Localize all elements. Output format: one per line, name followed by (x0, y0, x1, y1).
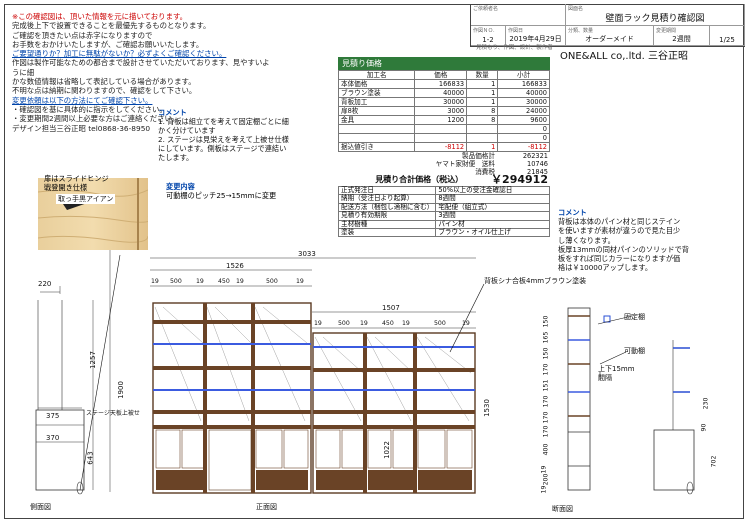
front-left-glass-door (255, 429, 283, 469)
dim-height-1530: 1530 (482, 399, 491, 417)
dimension-label: 170 (542, 425, 550, 438)
front-left-back-hatch (206, 306, 250, 422)
dimension-label: 19 (236, 278, 244, 285)
front-left-opening (208, 429, 252, 491)
front-left-back-hatch (154, 306, 202, 422)
dim-height-1257: 1257 (88, 351, 97, 369)
dimension-label: 170 (542, 395, 550, 408)
front-left-back-hatch (262, 306, 308, 344)
dim-height-1022: 1022 (382, 441, 391, 459)
dim-right-width: 1507 (382, 304, 400, 312)
front-view-title: 正面図 (256, 503, 277, 511)
front-right-back-hatch (374, 336, 414, 374)
dimension-label: 500 (434, 320, 446, 327)
front-right-fixed-shelf (313, 368, 475, 372)
front-right-back-hatch (322, 336, 364, 374)
front-right-movable-shelf (313, 346, 475, 348)
dim-side-370: 370 (46, 434, 60, 442)
dimension-label: 230 (702, 397, 710, 410)
fixed-shelf-label: 固定棚 (624, 313, 645, 321)
pitch-label-2: 間隔 (598, 374, 612, 382)
front-right-wood-door (316, 470, 364, 490)
dim-side-depth: 220 (38, 280, 52, 288)
stage-label: ステージ天板上被せ (86, 410, 140, 417)
front-right-back-hatch (416, 336, 470, 422)
front-right-glass-door (392, 429, 415, 469)
front-right-glass-door (446, 429, 473, 469)
front-left-wood-door (256, 470, 308, 490)
front-right-glass-door (315, 429, 341, 469)
dimension-label: 90 (700, 423, 708, 432)
front-left-movable-shelf (153, 343, 311, 345)
front-left-back-hatch (162, 306, 204, 344)
dimension-label: 450 (382, 320, 394, 327)
dimension-label: 151 (542, 379, 550, 392)
front-right-back-hatch (366, 336, 412, 422)
front-right-glass-door (341, 429, 365, 469)
dimension-label: 150 (542, 347, 550, 360)
dimension-label: 165 (542, 331, 550, 344)
elevation-drawing (35, 250, 695, 495)
front-right-back-hatch (424, 336, 472, 374)
front-left-movable-shelf (153, 389, 311, 391)
front-left-wood-door (156, 470, 204, 490)
front-right-stage (313, 425, 475, 429)
front-left-fixed-shelf (153, 410, 311, 414)
front-left-back-hatch (254, 306, 306, 422)
front-left-glass-door (181, 429, 205, 469)
dimension-label: 19 (462, 320, 470, 327)
dim-height-1900: 1900 (116, 381, 125, 399)
dimension-label: 500 (338, 320, 350, 327)
dimension-label: 500 (266, 278, 278, 285)
front-left-glass-door (155, 429, 181, 469)
back-board-label: 背板シナ合板4mmブラウン塗装 (484, 277, 587, 285)
front-left-back-hatch (214, 306, 252, 344)
dimension-label: 19 (540, 465, 548, 474)
front-left-glass-door (283, 429, 309, 469)
movable-shelf-label: 可動棚 (624, 347, 645, 355)
front-left-divider (251, 303, 255, 493)
front-right-wood-door (418, 470, 472, 490)
dimension-label: 19 (151, 278, 159, 285)
dim-overall-width: 3033 (298, 250, 316, 258)
dimension-label: 702 (710, 455, 718, 468)
dimension-label: 170 (542, 411, 550, 424)
dimension-label: 19 (360, 320, 368, 327)
dimension-label: 450 (218, 278, 230, 285)
front-right-back-hatch (314, 336, 362, 422)
front-view (152, 302, 476, 494)
side-view-title: 側面図 (30, 503, 51, 511)
top-dimensions (150, 257, 476, 329)
dimension-label: 19 (540, 485, 548, 494)
back-board-leader (449, 283, 485, 353)
dimension-label: 19 (196, 278, 204, 285)
dimension-label: 19 (402, 320, 410, 327)
dim-left-width: 1526 (226, 262, 244, 270)
front-right-glass-door (417, 429, 446, 469)
front-right-fixed-shelf (313, 410, 475, 414)
dim-height-643: 643 (86, 451, 95, 465)
dimension-label: 500 (170, 278, 182, 285)
front-left-fixed-shelf (153, 366, 311, 370)
section-view (567, 307, 695, 495)
dimension-label: 19 (296, 278, 304, 285)
front-right-movable-shelf (313, 389, 475, 391)
front-left-stage (153, 425, 311, 429)
dimension-label: 150 (542, 315, 550, 328)
front-left-fixed-shelf (153, 320, 311, 324)
section-view-title: 断面図 (552, 505, 573, 513)
dimension-label: 19 (314, 320, 322, 327)
front-left-divider (203, 303, 207, 493)
dimension-label: 400 (542, 443, 550, 456)
dimension-label: 170 (542, 363, 550, 376)
front-right-wood-door (368, 470, 414, 490)
dim-side-375: 375 (46, 412, 60, 420)
dimension-label: 200 (542, 473, 550, 486)
